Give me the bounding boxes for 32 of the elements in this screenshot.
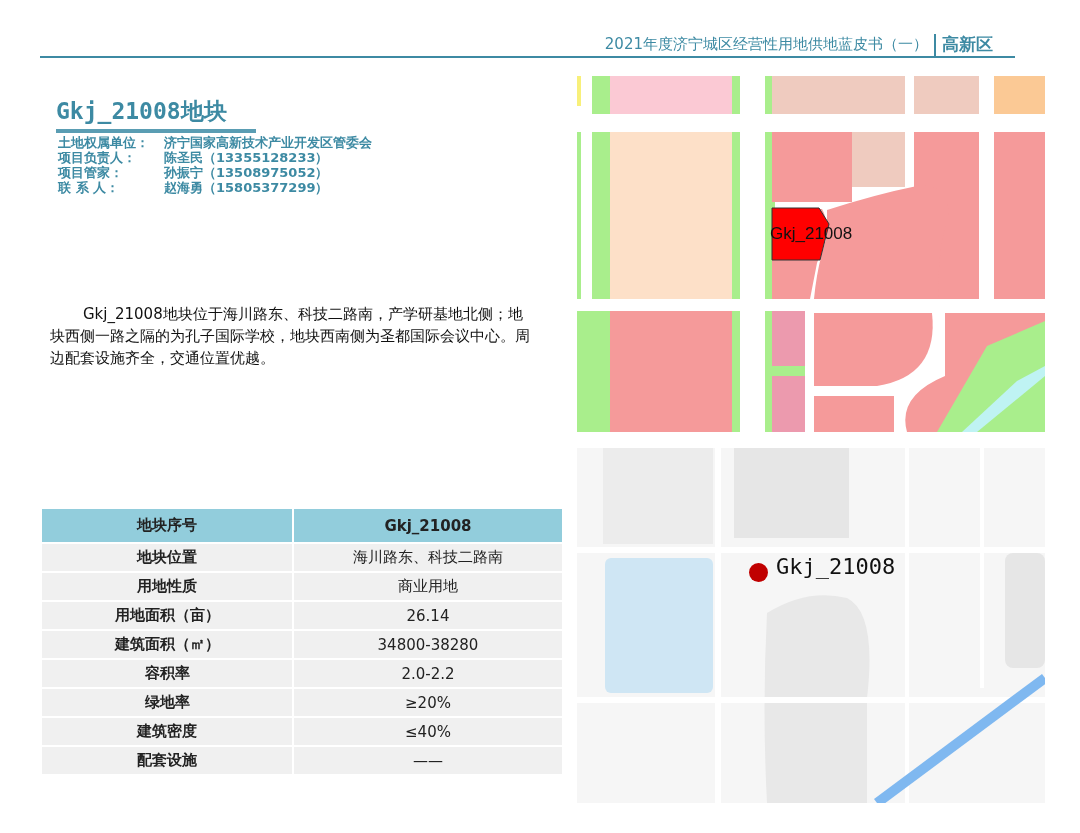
table-cell: 用地面积（亩） [42,602,292,629]
table-cell: 建筑密度 [42,718,292,745]
table-cell: 26.14 [294,602,562,629]
info-label: 联 系 人： [58,180,121,195]
table-cell: 地块序号 [42,509,292,542]
table-cell: 建筑面积（㎡） [42,631,292,658]
location-marker-icon [749,563,768,582]
table-cell: 商业用地 [294,573,562,600]
table-cell: 用地性质 [42,573,292,600]
table-cell: ≤40% [294,718,562,745]
info-label: 项目管家： [58,165,124,180]
info-value: 济宁国家高新技术产业开发区管委会 [164,135,372,150]
table-cell: 海川路东、科技二路南 [294,544,562,571]
table-cell: ≥20% [294,689,562,716]
table-cell: 2.0-2.2 [294,660,562,687]
table-cell: —— [294,747,562,774]
info-label: 项目负责人： [58,150,137,165]
parcel-description: Gkj_21008地块位于海川路东、科技二路南，产学研基地北侧；地块西侧一路之隔的为孔子国际学校，地块西南侧为圣都国际会议中心。周边配套设施齐全，交通位置优越。 [50,304,530,369]
parcel-title: Gkj_21008地块 [56,96,256,133]
info-label: 土地权属单位： [58,135,150,150]
document-title: 2021年度济宁城区经营性用地供地蓝皮书（一） [604,34,936,56]
info-value: 孙振宁（13508975052） [164,165,329,180]
info-value: 赵海勇（15805377299） [164,180,329,195]
table-cell: 容积率 [42,660,292,687]
table-cell: 配套设施 [42,747,292,774]
table-cell: 34800-38280 [294,631,562,658]
info-value: 陈圣民（13355128233） [164,150,329,165]
table-cell: 绿地率 [42,689,292,716]
marker-label: Gkj_21008 [776,554,896,579]
district-label: 高新区 [941,34,993,56]
table-cell: Gkj_21008 [294,509,562,542]
table-cell: 地块位置 [42,544,292,571]
